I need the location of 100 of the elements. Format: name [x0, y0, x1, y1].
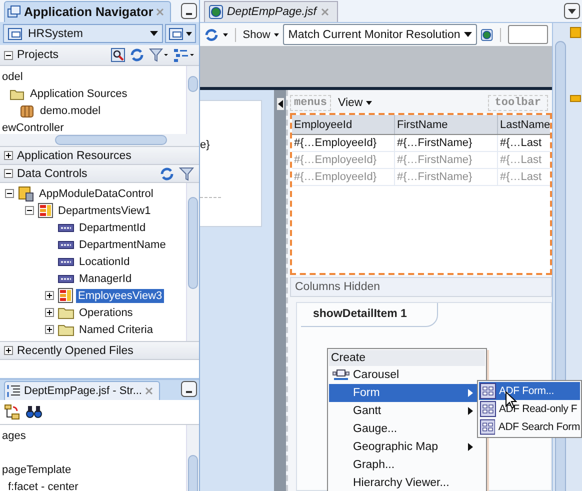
show-menu-button[interactable]: Show — [242, 28, 270, 40]
refresh-icon[interactable] — [204, 26, 219, 42]
menu-item[interactable]: Hierarchy Viewer... — [329, 474, 485, 491]
package-icon — [20, 104, 34, 118]
caret-icon — [464, 32, 472, 37]
table-cell: #{…FirstName} — [395, 135, 498, 151]
table-cell: #{…EmployeeId} — [292, 135, 395, 151]
collapse-toggle[interactable] — [4, 169, 13, 178]
table-cell-text: #{…Last — [499, 170, 543, 185]
scrollbar[interactable] — [186, 183, 199, 341]
menu-item[interactable]: ADF Search Form — [479, 418, 580, 436]
tree-item[interactable]: DepartmentId — [77, 220, 148, 234]
menu-item[interactable]: Graph... — [329, 456, 485, 474]
table-cell-text: #{…Last — [499, 136, 543, 151]
expand-toggle[interactable] — [4, 346, 13, 355]
tree-item[interactable]: ewController — [0, 120, 66, 134]
table-cell: #{…EmployeeId} — [292, 169, 395, 185]
caret-icon[interactable] — [222, 32, 228, 36]
tab-list-button[interactable] — [564, 3, 580, 19]
tree-item[interactable]: odel — [0, 70, 25, 84]
minimize-button[interactable] — [181, 3, 197, 19]
tree-item[interactable]: pageTemplate — [0, 462, 74, 476]
refresh-icon[interactable] — [129, 48, 145, 62]
tree-item[interactable]: Operations — [77, 306, 135, 320]
editor-tab[interactable]: DeptEmpPage.jsf — [204, 1, 338, 22]
tree-item[interactable]: LocationId — [77, 254, 132, 268]
expand-toggle[interactable] — [24, 205, 35, 216]
tree-item[interactable]: f:facet - center — [6, 480, 80, 491]
columns-hidden-bar: Columns Hidden — [290, 277, 552, 297]
attribute-icon — [58, 274, 74, 282]
structure-icon — [7, 384, 21, 398]
list-options-icon[interactable] — [173, 48, 195, 62]
tree-item[interactable]: ages — [0, 428, 28, 442]
expand-toggle[interactable] — [4, 188, 15, 199]
tree-item[interactable]: ManagerId — [77, 272, 134, 286]
attribute-icon — [58, 258, 74, 266]
navigator-tab[interactable]: Application Navigator — [4, 1, 172, 22]
table-cell: #{…FirstName} — [395, 152, 498, 168]
table-cell: #{…EmployeeId} — [292, 152, 395, 168]
collection-icon — [38, 203, 53, 218]
folder-icon — [10, 88, 24, 100]
data-control-icon — [18, 186, 34, 202]
menu-header: Create — [329, 350, 485, 366]
table[interactable]: EmployeeId FirstName LastName #{…EmployeeId} #{…FirstName} #{…Last #{…EmployeeId} #{…FirstName} #{…Last #{…EmployeeId} #{…FirstName} #{…Last — [290, 113, 552, 275]
menu-item[interactable]: Geographic Map — [329, 438, 485, 456]
carousel-icon — [332, 369, 350, 381]
minimize-button[interactable] — [181, 381, 197, 397]
view-menu[interactable]: View — [338, 97, 363, 109]
scrollbar[interactable] — [0, 134, 199, 146]
attribute-icon — [58, 240, 74, 248]
folder-icon — [58, 306, 74, 319]
tree-item[interactable]: DepartmentsView1 — [56, 204, 153, 218]
tree-item[interactable]: EmployeesView3 — [76, 288, 164, 302]
close-icon — [320, 8, 328, 16]
scrollbar[interactable] — [186, 66, 199, 134]
structure-tab[interactable]: DeptEmpPage.jsf - Str... — [4, 381, 160, 400]
column-header[interactable]: EmployeeId — [292, 115, 395, 134]
caret-icon — [186, 32, 192, 36]
tree-item[interactable]: Application Sources — [28, 86, 130, 100]
marker-icon[interactable] — [570, 95, 581, 102]
table-cell-text: #{…Last — [499, 153, 543, 168]
section-title[interactable]: Projects — [17, 49, 59, 61]
form-icon — [480, 419, 496, 435]
application-dropdown[interactable]: HRSystem — [3, 24, 163, 43]
tree-item[interactable]: Named Criteria — [77, 322, 155, 336]
filter-icon[interactable] — [149, 48, 169, 62]
marker-icon[interactable] — [570, 27, 581, 38]
column-header[interactable]: FirstName — [395, 115, 498, 134]
panel-title: Application Navigator — [24, 5, 154, 19]
expand-toggle[interactable] — [44, 290, 55, 301]
detail-tab[interactable]: showDetailItem 1 — [301, 303, 438, 327]
code-text: e} — [200, 139, 210, 151]
scrollbar[interactable] — [186, 425, 199, 491]
refresh-icon[interactable] — [159, 166, 175, 180]
application-menu-button[interactable] — [165, 24, 196, 43]
input-field[interactable] — [508, 25, 548, 44]
panel-title: DeptEmpPage.jsf - Str... — [24, 385, 142, 397]
menu-item[interactable]: Carousel — [329, 366, 485, 384]
tree-item[interactable]: AppModuleDataControl — [37, 186, 156, 200]
expand-toggle[interactable] — [4, 151, 13, 160]
menu-item[interactable]: ADF Form... — [479, 382, 580, 400]
attribute-icon — [58, 224, 74, 232]
globe-icon[interactable] — [481, 28, 493, 42]
folder-icon — [58, 323, 74, 336]
search-icon[interactable] — [111, 48, 125, 62]
application-icon — [8, 28, 22, 40]
binoculars-icon[interactable] — [26, 405, 42, 419]
folder-tree-icon[interactable] — [4, 404, 20, 420]
window-icon — [169, 28, 183, 40]
column-header[interactable]: LastName — [498, 115, 550, 134]
windows-icon — [7, 5, 21, 19]
table-cell: #{…FirstName} — [395, 169, 498, 185]
expand-toggle[interactable] — [44, 307, 55, 318]
caret-icon — [274, 32, 280, 36]
expand-toggle[interactable] — [44, 324, 55, 335]
caret-icon — [366, 101, 372, 105]
tree-item[interactable]: demo.model — [38, 104, 103, 118]
collapse-toggle[interactable] — [4, 50, 13, 60]
tree-item[interactable]: DepartmentName — [77, 238, 168, 252]
resolution-dropdown[interactable]: Match Current Monitor Resolution — [283, 24, 478, 45]
